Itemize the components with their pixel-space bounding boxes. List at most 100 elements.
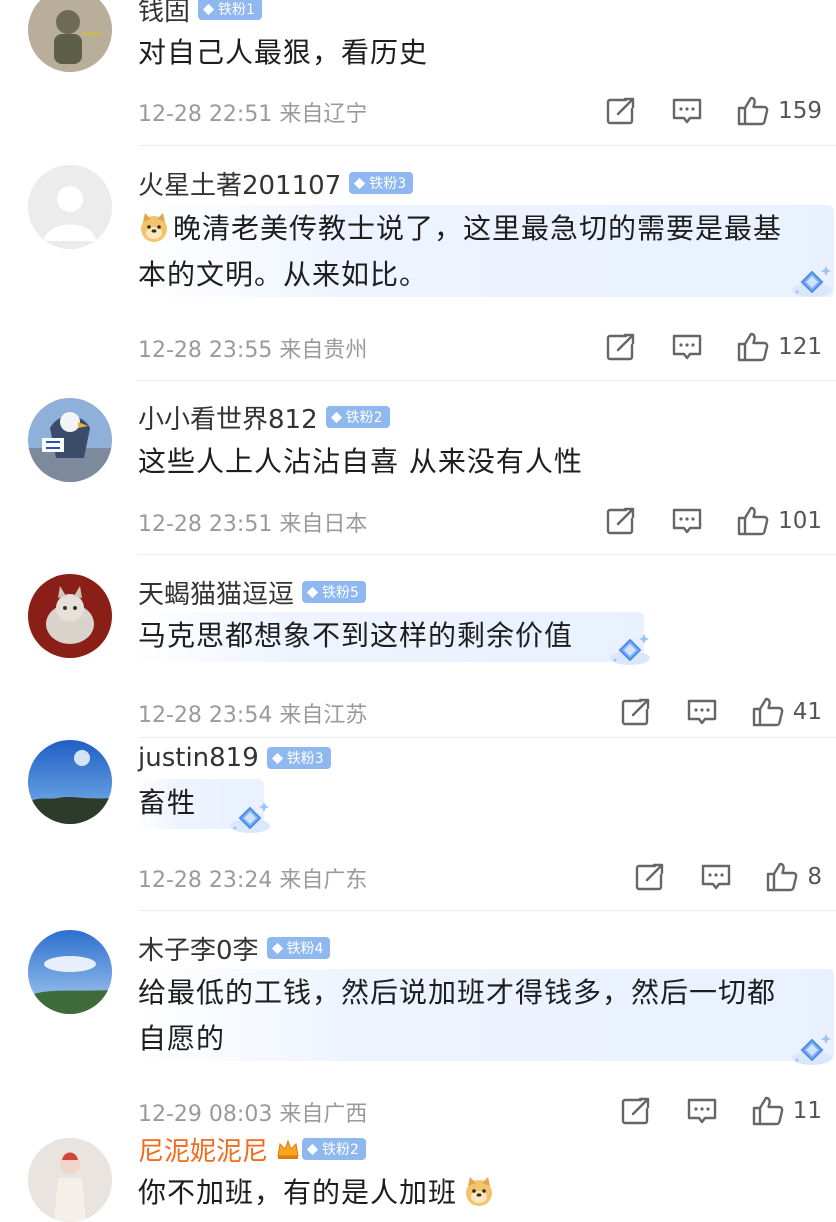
timestamp: 12-28 23:54: [138, 703, 273, 728]
like-count: 101: [778, 508, 822, 534]
avatar[interactable]: [28, 0, 112, 72]
share-icon[interactable]: [604, 331, 638, 363]
gem-icon: [353, 177, 366, 190]
badge-label: 铁粉5: [322, 585, 359, 601]
comment-text-line: 给最低的工钱，然后说加班才得钱多，然后一切都: [138, 976, 777, 1009]
fan-badge: 铁粉1: [198, 0, 262, 20]
fan-badge: 铁粉3: [266, 747, 331, 769]
crown-icon: [277, 1139, 299, 1159]
location: 来自广西: [279, 1102, 368, 1127]
thumbs-up-icon: [751, 696, 785, 728]
divider: [138, 910, 836, 911]
comment-icon[interactable]: [670, 95, 704, 127]
comment-text-line: 自愿的: [138, 1022, 226, 1055]
share-icon[interactable]: [633, 861, 667, 893]
like-button[interactable]: 101: [736, 505, 822, 537]
comment-icon[interactable]: [670, 505, 704, 537]
comment-icon[interactable]: [670, 331, 704, 363]
share-icon[interactable]: [604, 95, 638, 127]
avatar[interactable]: [28, 165, 112, 249]
comment-text-line: 本的文明。从来如比。: [138, 258, 429, 291]
username[interactable]: 小小看世界812: [138, 399, 318, 436]
comment-icon[interactable]: [699, 861, 733, 893]
like-button[interactable]: 41: [751, 696, 822, 728]
comment-text: 马克思都想象不到这样的剩余价值: [138, 619, 574, 652]
gem-icon: [202, 3, 215, 16]
avatar[interactable]: [28, 398, 112, 482]
divider: [138, 737, 836, 738]
timestamp: 12-28 23:55: [138, 338, 273, 363]
thumbs-up-icon: [736, 331, 770, 363]
username[interactable]: 木子李0李: [138, 930, 259, 967]
comment-meta: 12-29 08:03 来自广西: [138, 1096, 367, 1128]
like-button[interactable]: 159: [736, 95, 822, 127]
username[interactable]: 钱固: [138, 0, 190, 28]
location: 来自辽宁: [279, 102, 368, 127]
gem-icon: [330, 411, 343, 424]
fan-badge: 铁粉4: [266, 937, 331, 959]
comment-icon[interactable]: [685, 696, 719, 728]
username[interactable]: 尼泥妮泥尼: [138, 1131, 268, 1168]
badge-label: 铁粉2: [322, 1142, 359, 1158]
like-button[interactable]: 8: [765, 861, 822, 893]
diamond-deco-icon: [224, 798, 272, 838]
fan-badge: 铁粉3: [349, 172, 414, 194]
comment-meta: 12-28 23:55 来自贵州: [138, 332, 367, 364]
avatar[interactable]: [28, 930, 112, 1014]
avatar[interactable]: [28, 1138, 112, 1222]
divider: [138, 145, 836, 146]
timestamp: 12-28 23:51: [138, 512, 273, 537]
fan-badge: 铁粉2: [302, 1138, 366, 1160]
doge-emoji-icon: [463, 1176, 495, 1208]
timestamp: 12-29 08:03: [138, 1102, 273, 1127]
badge-label: 铁粉3: [369, 176, 407, 192]
comment-text-line: 晚清老美传教士说了，这里最急切的需要是最基: [173, 212, 783, 245]
share-icon[interactable]: [604, 505, 638, 537]
thumbs-up-icon: [751, 1095, 785, 1127]
divider: [138, 554, 836, 555]
timestamp: 12-28 22:51: [138, 102, 273, 127]
username[interactable]: 天蝎猫猫逗逗: [138, 574, 294, 611]
share-icon[interactable]: [619, 1095, 653, 1127]
comment-text: 你不加班，有的是人加班: [138, 1170, 498, 1216]
comment-text: 给最低的工钱，然后说加班才得钱多，然后一切都 自愿的: [138, 970, 776, 1062]
comment-text: 晚清老美传教士说了，这里最急切的需要是最基本的文明。从来如比。: [138, 206, 782, 298]
divider: [138, 380, 836, 381]
username[interactable]: 火星土著201107: [138, 165, 341, 202]
like-button[interactable]: 121: [736, 331, 822, 363]
comment-meta: 12-28 23:24 来自广东: [138, 862, 367, 894]
comment-icon[interactable]: [685, 1095, 719, 1127]
diamond-deco-icon: [786, 1030, 834, 1070]
like-count: 121: [778, 334, 822, 360]
timestamp: 12-28 23:24: [138, 868, 273, 893]
like-button[interactable]: 11: [751, 1095, 822, 1127]
avatar[interactable]: [28, 740, 112, 824]
comment-meta: 12-28 22:51 来自辽宁: [138, 96, 367, 128]
thumbs-up-icon: [765, 861, 799, 893]
location: 来自日本: [279, 512, 368, 537]
badge-label: 铁粉2: [345, 410, 383, 426]
diamond-deco-icon: [604, 630, 652, 670]
like-count: 159: [778, 98, 822, 124]
doge-emoji-icon: [138, 212, 170, 244]
like-count: 41: [792, 699, 822, 725]
like-count: 8: [807, 864, 822, 890]
badge-label: 铁粉3: [286, 751, 324, 767]
gem-icon: [306, 586, 319, 599]
username[interactable]: justin819: [138, 743, 259, 773]
gem-icon: [271, 942, 284, 955]
comment-text: 这些人上人沾沾自喜 从来没有人性: [138, 445, 583, 478]
comment-meta: 12-28 23:54 来自江苏: [138, 697, 367, 729]
gem-icon: [271, 752, 284, 765]
location: 来自江苏: [279, 703, 368, 728]
fan-badge: 铁粉2: [325, 406, 390, 428]
share-icon[interactable]: [619, 696, 653, 728]
comment-text: 对自己人最狠，看历史: [138, 36, 429, 69]
badge-label: 铁粉4: [286, 941, 324, 957]
comment-text: 畜牲: [138, 786, 197, 819]
comment-text-line: 你不加班，有的是人加班: [138, 1176, 458, 1209]
badge-label: 铁粉1: [218, 2, 255, 18]
avatar[interactable]: [28, 574, 112, 658]
comment-meta: 12-28 23:51 来自日本: [138, 506, 367, 538]
fan-badge: 铁粉5: [302, 581, 366, 603]
